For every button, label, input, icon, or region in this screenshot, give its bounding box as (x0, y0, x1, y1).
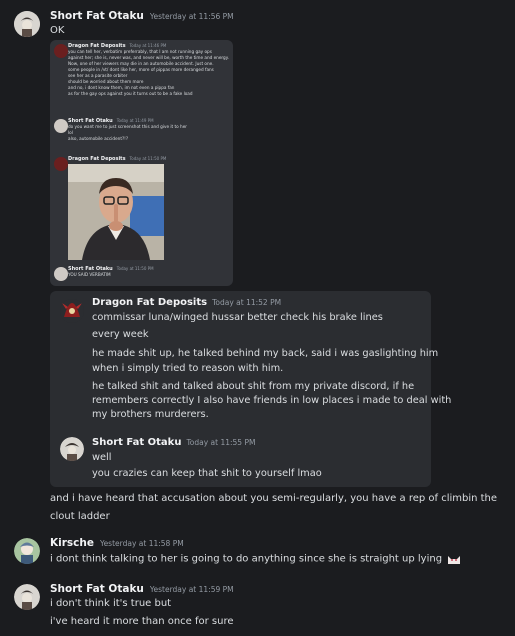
avatar (54, 157, 68, 171)
text-line: do you want me to just screenshot this a… (68, 124, 187, 129)
message-text: i've heard it more than once for sure (50, 616, 234, 627)
text-line: you crazies can keep that shit to yourse… (92, 468, 322, 479)
post-text: you can tell her, verbatim preferrably, … (68, 49, 229, 97)
avatar[interactable] (14, 584, 40, 610)
username[interactable]: Kirsche Yesterday at 11:58 PM (50, 537, 184, 549)
username-text[interactable]: Kirsche (50, 537, 94, 549)
text-line: commissar luna/winged hussar better chec… (92, 312, 383, 323)
text-line: he talked shit and talked about shit fro… (92, 381, 415, 392)
text-line: remembers correctly I also have friends … (92, 395, 452, 406)
meme-image (68, 164, 164, 260)
username-text[interactable]: Short Fat Otaku (50, 583, 144, 595)
timestamp: Yesterday at 11:59 PM (149, 585, 234, 594)
username-text[interactable]: Short Fat Otaku (50, 10, 144, 22)
text-line: as for the gay ops against you it turns … (68, 91, 193, 96)
text-line: every week (92, 329, 149, 340)
message-text: clout ladder (50, 511, 110, 522)
avatar[interactable] (14, 11, 40, 37)
text-line: my brothers murderers. (92, 409, 209, 420)
text-line: he made shit up, he talked behind my bac… (92, 348, 439, 359)
timestamp: Yesterday at 11:56 PM (149, 12, 234, 21)
message-text: i dont think talking to her is going to … (50, 552, 461, 565)
quoted-conversation-attachment[interactable]: Dragon Fat Deposits Today at 11:52 PM com… (50, 291, 451, 487)
avatar (60, 299, 84, 323)
screenshot-attachment[interactable]: Dragon Fat Deposits Today at 11:46 PM you… (50, 40, 233, 286)
username: Short Fat Otaku Today at 11:55 PM (92, 437, 256, 448)
message-text: OK (50, 25, 65, 36)
timestamp: Yesterday at 11:58 PM (99, 539, 184, 548)
avatar (54, 119, 68, 133)
post-text: do you want me to just screenshot this a… (68, 124, 187, 142)
avatar (54, 267, 68, 281)
text-line: also, automobile accident?!? (68, 136, 129, 141)
text-line: well (92, 452, 112, 463)
username: Dragon Fat Deposits Today at 11:52 PM (92, 297, 282, 308)
username: Dragon Fat Deposits Today at 11:50 PM (68, 156, 167, 162)
avatar (60, 437, 84, 461)
avatar[interactable] (14, 538, 40, 564)
cat-emoji-icon (447, 552, 461, 565)
username[interactable]: Short Fat Otaku Yesterday at 11:59 PM (50, 583, 234, 595)
message-text: i don't think it's true but (50, 598, 172, 609)
avatar (54, 44, 68, 58)
username[interactable]: Short Fat Otaku Yesterday at 11:56 PM (50, 10, 234, 22)
message-text: and i have heard that accusation about y… (50, 493, 498, 504)
text-line: when i simply tried to reason with him. (92, 363, 284, 374)
text-line: YOU SAID VERBATIM (68, 272, 111, 277)
